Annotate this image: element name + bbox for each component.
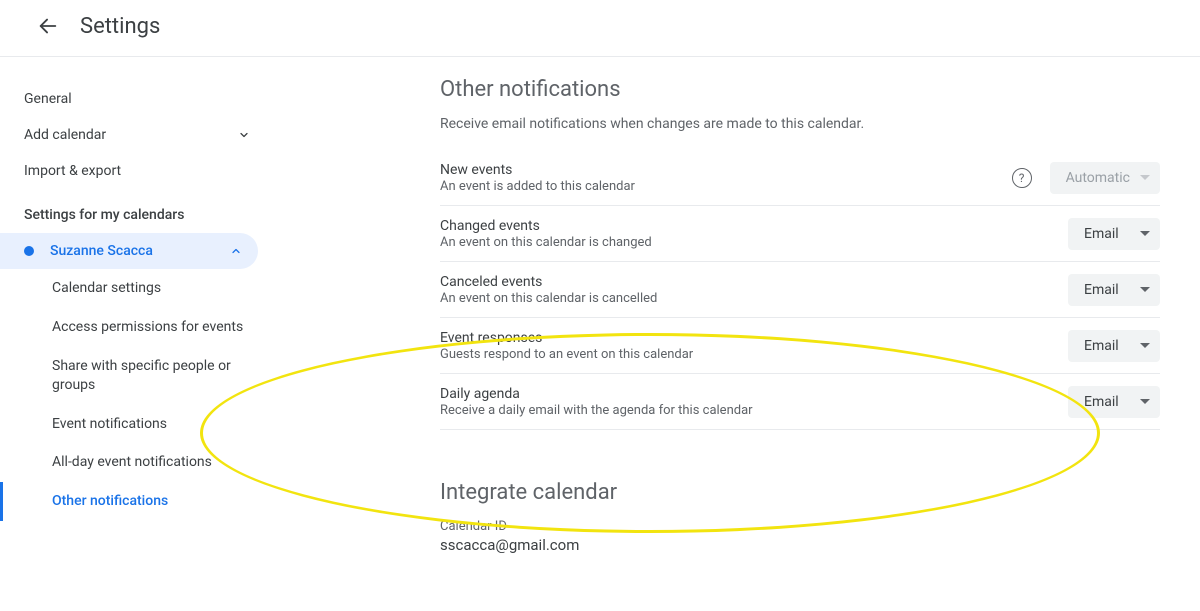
page-title: Settings xyxy=(80,14,160,39)
chevron-down-icon xyxy=(1140,287,1150,292)
sidebar-item-general[interactable]: General xyxy=(0,81,270,117)
dropdown-label: Automatic xyxy=(1066,170,1130,186)
chevron-down-icon xyxy=(238,129,250,141)
dropdown-new-events[interactable]: Automatic xyxy=(1050,162,1160,194)
sidebar-item-label: Access permissions for events xyxy=(52,318,243,337)
chevron-down-icon xyxy=(1140,175,1150,180)
sidebar-sublist: Calendar settings Access permissions for… xyxy=(0,269,270,521)
integrate-heading: Integrate calendar xyxy=(440,480,1160,505)
sidebar-subitem-calendar-settings[interactable]: Calendar settings xyxy=(0,269,270,308)
row-title: Event responses xyxy=(440,330,1068,346)
sidebar-subitem-other-notifications[interactable]: Other notifications xyxy=(0,482,270,521)
chevron-down-icon xyxy=(1140,399,1150,404)
sidebar-item-label: Share with specific people or groups xyxy=(52,357,254,395)
sidebar-item-import-export[interactable]: Import & export xyxy=(0,153,270,189)
row-title: New events xyxy=(440,162,994,178)
main-content: Other notifications Receive email notifi… xyxy=(270,57,1200,611)
sidebar-subitem-all-day-notifications[interactable]: All-day event notifications xyxy=(0,443,270,482)
row-sub: An event on this calendar is cancelled xyxy=(440,291,1068,306)
row-sub: An event is added to this calendar xyxy=(440,179,994,194)
help-icon[interactable]: ? xyxy=(1012,168,1032,188)
row-text: Daily agenda Receive a daily email with … xyxy=(440,386,1068,418)
section-description: Receive email notifications when changes… xyxy=(440,116,1160,132)
arrow-left-icon xyxy=(37,15,59,37)
row-title: Daily agenda xyxy=(440,386,1068,402)
row-sub: Guests respond to an event on this calen… xyxy=(440,347,1068,362)
row-text: New events An event is added to this cal… xyxy=(440,162,994,194)
sidebar-item-label: All-day event notifications xyxy=(52,453,212,472)
dropdown-label: Email xyxy=(1084,282,1130,298)
chevron-down-icon xyxy=(1140,231,1150,236)
layout: General Add calendar Import & export Set… xyxy=(0,57,1200,611)
sidebar-item-label: Import & export xyxy=(24,163,121,179)
row-daily-agenda: Daily agenda Receive a daily email with … xyxy=(440,374,1160,430)
chevron-up-icon xyxy=(230,245,242,257)
chevron-down-icon xyxy=(1140,343,1150,348)
calendar-id-label: Calendar ID xyxy=(440,519,1160,534)
sidebar: General Add calendar Import & export Set… xyxy=(0,57,270,611)
calendar-color-dot xyxy=(24,246,34,256)
header: Settings xyxy=(0,0,1200,56)
row-canceled-events: Canceled events An event on this calenda… xyxy=(440,262,1160,318)
dropdown-canceled-events[interactable]: Email xyxy=(1068,274,1160,306)
sidebar-calendar-owner[interactable]: Suzanne Scacca xyxy=(0,233,258,269)
row-sub: Receive a daily email with the agenda fo… xyxy=(440,403,1068,418)
dropdown-daily-agenda[interactable]: Email xyxy=(1068,386,1160,418)
sidebar-subitem-access-permissions[interactable]: Access permissions for events xyxy=(0,308,270,347)
integrate-section: Integrate calendar Calendar ID sscacca@g… xyxy=(440,480,1160,554)
section-heading: Other notifications xyxy=(440,77,1160,102)
row-title: Canceled events xyxy=(440,274,1068,290)
dropdown-label: Email xyxy=(1084,338,1130,354)
row-event-responses: Event responses Guests respond to an eve… xyxy=(440,318,1160,374)
dropdown-changed-events[interactable]: Email xyxy=(1068,218,1160,250)
row-text: Changed events An event on this calendar… xyxy=(440,218,1068,250)
row-new-events: New events An event is added to this cal… xyxy=(440,150,1160,206)
sidebar-item-label: Add calendar xyxy=(24,127,106,143)
row-sub: An event on this calendar is changed xyxy=(440,235,1068,250)
dropdown-label: Email xyxy=(1084,226,1130,242)
row-text: Canceled events An event on this calenda… xyxy=(440,274,1068,306)
row-changed-events: Changed events An event on this calendar… xyxy=(440,206,1160,262)
sidebar-item-label: General xyxy=(24,91,72,107)
sidebar-item-label: Event notifications xyxy=(52,415,167,434)
sidebar-subitem-share-specific[interactable]: Share with specific people or groups xyxy=(0,347,270,405)
sidebar-item-label: Other notifications xyxy=(52,492,168,511)
sidebar-section-title: Settings for my calendars xyxy=(0,189,270,233)
row-title: Changed events xyxy=(440,218,1068,234)
row-text: Event responses Guests respond to an eve… xyxy=(440,330,1068,362)
calendar-id-value: sscacca@gmail.com xyxy=(440,536,1160,554)
back-button[interactable] xyxy=(28,6,68,46)
sidebar-subitem-event-notifications[interactable]: Event notifications xyxy=(0,405,270,444)
dropdown-event-responses[interactable]: Email xyxy=(1068,330,1160,362)
sidebar-item-add-calendar[interactable]: Add calendar xyxy=(0,117,270,153)
sidebar-item-label: Calendar settings xyxy=(52,279,161,298)
dropdown-label: Email xyxy=(1084,394,1130,410)
calendar-owner-label: Suzanne Scacca xyxy=(50,243,153,259)
